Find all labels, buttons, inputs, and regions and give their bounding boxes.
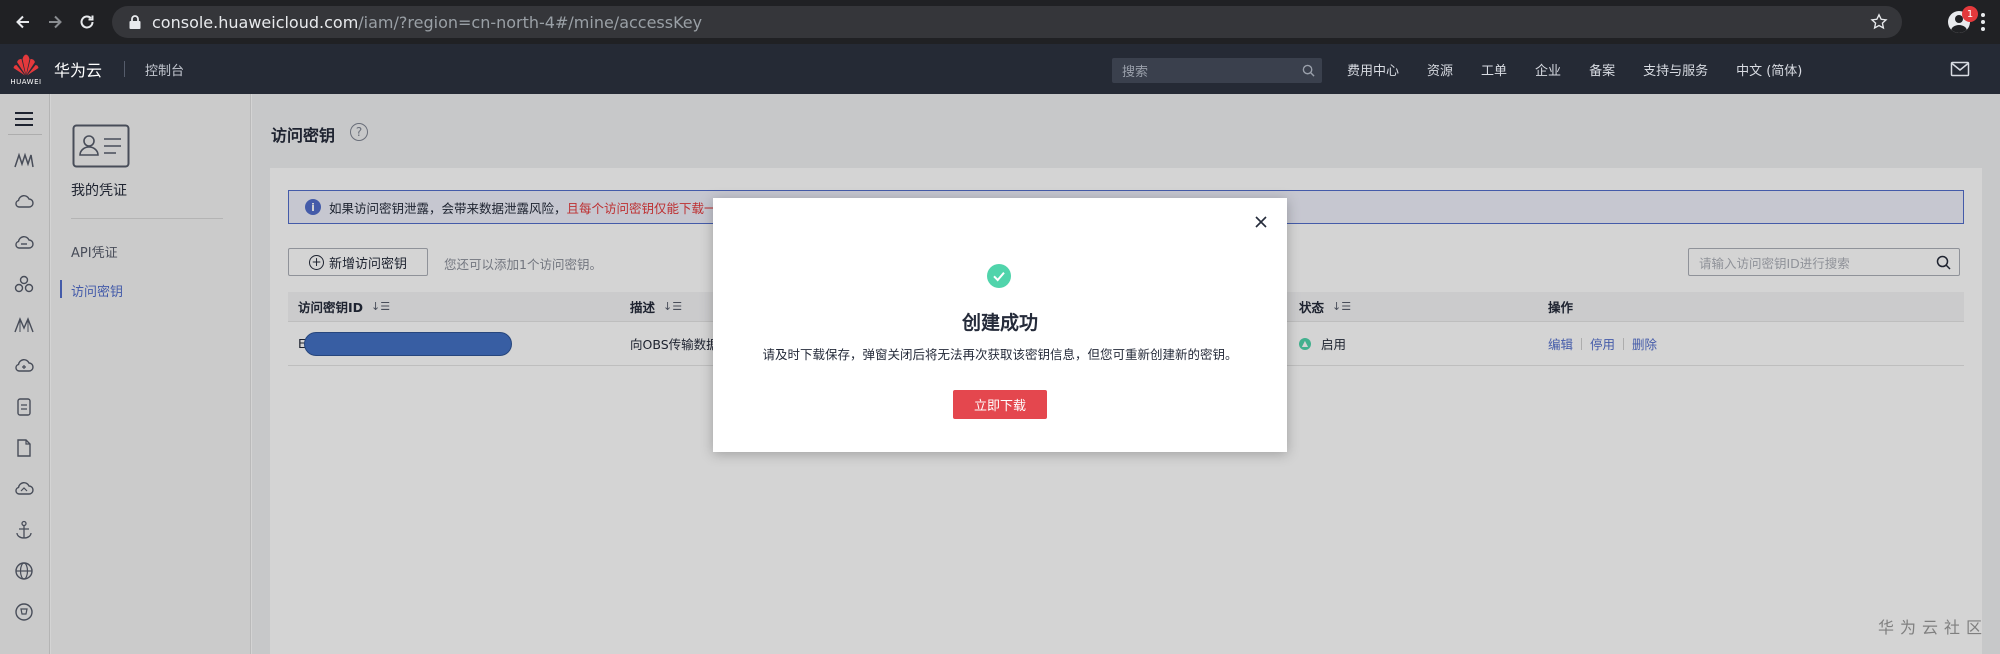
mail-badge: 1 bbox=[1962, 6, 1978, 22]
reload-button[interactable] bbox=[72, 7, 102, 37]
brand-name[interactable]: 华为云 bbox=[54, 57, 102, 81]
url-path: /iam/?region=cn-north-4#/mine/accessKey bbox=[358, 12, 703, 32]
huawei-logo-text: HUAWEI bbox=[10, 77, 42, 86]
close-icon[interactable] bbox=[1253, 214, 1269, 230]
menu-billing-center[interactable]: 费用中心 bbox=[1347, 60, 1399, 79]
star-icon[interactable] bbox=[1870, 13, 1888, 31]
menu-tickets[interactable]: 工单 bbox=[1481, 60, 1507, 79]
arrow-left-icon bbox=[16, 15, 29, 29]
lock-icon bbox=[129, 15, 141, 29]
browser-menu-icon[interactable] bbox=[1980, 13, 1986, 31]
global-search-input[interactable]: 搜索 bbox=[1112, 58, 1322, 83]
global-search-placeholder: 搜索 bbox=[1122, 65, 1149, 80]
menu-filing[interactable]: 备案 bbox=[1589, 60, 1615, 79]
browser-toolbar: console.huaweicloud.com/iam/?region=cn-n… bbox=[0, 0, 2000, 44]
success-dialog: 创建成功 请及时下载保存，弹窗关闭后将无法再次获取该密钥信息，但您可重新创建新的… bbox=[713, 198, 1287, 452]
search-icon[interactable] bbox=[1302, 64, 1315, 77]
watermark: 华为云社区 bbox=[1877, 618, 1988, 637]
header-divider bbox=[124, 61, 126, 77]
top-header: HUAWEI 华为云 控制台 搜索 费用中心 资源 工单 企业 备案 支持与服务… bbox=[0, 44, 2000, 94]
menu-support[interactable]: 支持与服务 bbox=[1643, 60, 1708, 79]
reload-icon bbox=[80, 15, 94, 29]
console-link[interactable]: 控制台 bbox=[145, 60, 184, 79]
address-bar[interactable]: console.huaweicloud.com/iam/?region=cn-n… bbox=[112, 6, 1902, 38]
mail-icon[interactable] bbox=[1950, 60, 1970, 78]
back-button[interactable] bbox=[8, 7, 38, 37]
dialog-title: 创建成功 bbox=[961, 312, 1038, 334]
menu-resources[interactable]: 资源 bbox=[1427, 60, 1453, 79]
dialog-message: 请及时下载保存，弹窗关闭后将无法再次获取该密钥信息，但您可重新创建新的密钥。 bbox=[762, 347, 1238, 362]
url-text: console.huaweicloud.com/iam/?region=cn-n… bbox=[152, 13, 702, 32]
url-host: console.huaweicloud.com bbox=[152, 12, 359, 32]
top-menu: 费用中心 资源 工单 企业 备案 支持与服务 中文 (简体) bbox=[1347, 44, 1830, 94]
forward-button[interactable] bbox=[40, 7, 70, 37]
huawei-logo[interactable]: HUAWEI bbox=[0, 44, 52, 94]
menu-enterprise[interactable]: 企业 bbox=[1535, 60, 1561, 79]
huawei-petal-icon bbox=[13, 54, 39, 75]
download-now-button[interactable]: 立即下载 bbox=[953, 390, 1047, 419]
menu-language[interactable]: 中文 (简体) bbox=[1736, 60, 1802, 79]
arrow-right-icon bbox=[49, 15, 62, 29]
success-check-icon bbox=[987, 264, 1011, 288]
